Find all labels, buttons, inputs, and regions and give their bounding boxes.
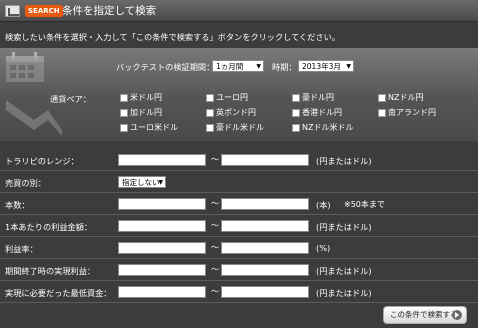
checkbox-icon[interactable] [120, 124, 128, 132]
checkbox-icon[interactable] [206, 94, 214, 102]
checkbox-icon[interactable] [206, 124, 214, 132]
go-arrow-icon [452, 310, 462, 320]
search-button-label: この条件で検索する [390, 310, 458, 319]
backtest-panel: バックテストの検証期間： 1ヵ月間 ▼ 時期： 2013年3月 ▼ 通貨ペア： … [0, 48, 478, 141]
min-capital-row: 実現に必要だった最低資金： ～ (円またはドル) [0, 281, 478, 303]
tilde: ～ [211, 287, 219, 296]
pair-label: NZドル円 [388, 93, 424, 102]
tilde: ～ [211, 243, 219, 252]
profit-per-min-input[interactable] [118, 220, 206, 232]
header-bar: SEARCH 条件を指定して検索 [0, 0, 478, 22]
field-label: 1本あたりの利益金額： [5, 222, 93, 232]
period-select-value: 1ヵ月間 [216, 62, 244, 71]
count-min-input[interactable] [118, 198, 206, 210]
period-select[interactable]: 1ヵ月間 ▼ [212, 60, 264, 72]
calendar-icon [6, 52, 44, 82]
search-button[interactable]: この条件で検索する [383, 306, 467, 324]
checkbox-icon[interactable] [292, 124, 300, 132]
profit-rate-min-input[interactable] [118, 242, 206, 254]
profit-rate-max-input[interactable] [221, 242, 309, 254]
tilde: ～ [211, 155, 219, 164]
pair-label: ユーロ米ドル [130, 123, 178, 132]
chevron-down-icon: ▼ [158, 179, 163, 186]
intro-text: 検索したい条件を選択・入力して「この条件で検索する」ボタンをクリックしてください… [5, 32, 340, 42]
unit-label: (%) [316, 243, 331, 253]
trade-type-value: 指定しない [122, 178, 160, 187]
tilde: ～ [211, 221, 219, 230]
checkbox-icon[interactable] [378, 94, 386, 102]
pair-label: 加ドル円 [130, 108, 162, 117]
trade-type-select[interactable]: 指定しない ▼ [118, 176, 166, 188]
field-label: トラリピのレンジ： [5, 156, 79, 166]
page-title: 条件を指定して検索 [62, 5, 157, 17]
min-capital-min-input[interactable] [118, 286, 206, 298]
search-badge: SEARCH [25, 5, 63, 17]
checkbox-icon[interactable] [292, 94, 300, 102]
time-label: 時期： [272, 62, 297, 72]
edit-icon [5, 5, 20, 17]
pair-label: 南アランド円 [388, 108, 436, 117]
chevron-down-icon: ▼ [256, 63, 261, 70]
realized-profit-max-input[interactable] [221, 264, 309, 276]
divider [0, 302, 478, 303]
pair-label: 香港ドル円 [302, 108, 342, 117]
unit-label: (円またはドル) [316, 156, 372, 166]
period-label: バックテストの検証期間： [116, 62, 215, 72]
limit-note: ※50本まで [344, 200, 385, 209]
tilde: ～ [211, 199, 219, 208]
realized-profit-min-input[interactable] [118, 264, 206, 276]
profit-per-row: 1本あたりの利益金額： ～ (円またはドル) [0, 215, 478, 237]
unit-label: (円またはドル) [316, 266, 372, 276]
checkbox-icon[interactable] [378, 109, 386, 117]
chevron-down-icon: ▼ [346, 63, 351, 70]
unit-label: (円またはドル) [316, 222, 372, 232]
field-label: 売買の別： [5, 178, 46, 188]
pair-label: ユーロ円 [216, 93, 248, 102]
field-label: 利益率： [5, 244, 38, 254]
field-label: 本数： [5, 200, 30, 210]
count-max-input[interactable] [221, 198, 309, 210]
pair-label: 豪ドル円 [302, 93, 334, 102]
range-max-input[interactable] [221, 154, 309, 166]
field-label: 期間終了時の実現利益： [5, 266, 96, 276]
realized-profit-row: 期間終了時の実現利益： ～ (円またはドル) [0, 259, 478, 281]
count-row: 本数： ～ (本) ※50本まで [0, 193, 478, 215]
checkbox-icon[interactable] [120, 109, 128, 117]
pair-label: 豪ドル米ドル [216, 123, 264, 132]
pairs-label: 通貨ペア： [50, 94, 91, 104]
min-capital-max-input[interactable] [221, 286, 309, 298]
pair-label: NZドル米ドル [302, 123, 354, 132]
checkbox-icon[interactable] [120, 94, 128, 102]
trade-type-row: 売買の別： 指定しない ▼ [0, 171, 478, 193]
time-select-value: 2013年3月 [302, 62, 341, 71]
range-min-input[interactable] [118, 154, 206, 166]
checkbox-icon[interactable] [292, 109, 300, 117]
tilde: ～ [211, 265, 219, 274]
profit-rate-row: 利益率： ～ (%) [0, 237, 478, 259]
profit-per-max-input[interactable] [221, 220, 309, 232]
checkbox-icon[interactable] [206, 109, 214, 117]
time-select[interactable]: 2013年3月 ▼ [298, 60, 354, 72]
pair-label: 英ポンド円 [216, 108, 256, 117]
pair-label: 米ドル円 [130, 93, 162, 102]
range-row: トラリピのレンジ： ～ (円またはドル) [0, 149, 478, 171]
unit-label: (円またはドル) [316, 288, 372, 298]
unit-label: (本) [316, 200, 331, 210]
field-label: 実現に必要だった最低資金： [5, 288, 112, 298]
